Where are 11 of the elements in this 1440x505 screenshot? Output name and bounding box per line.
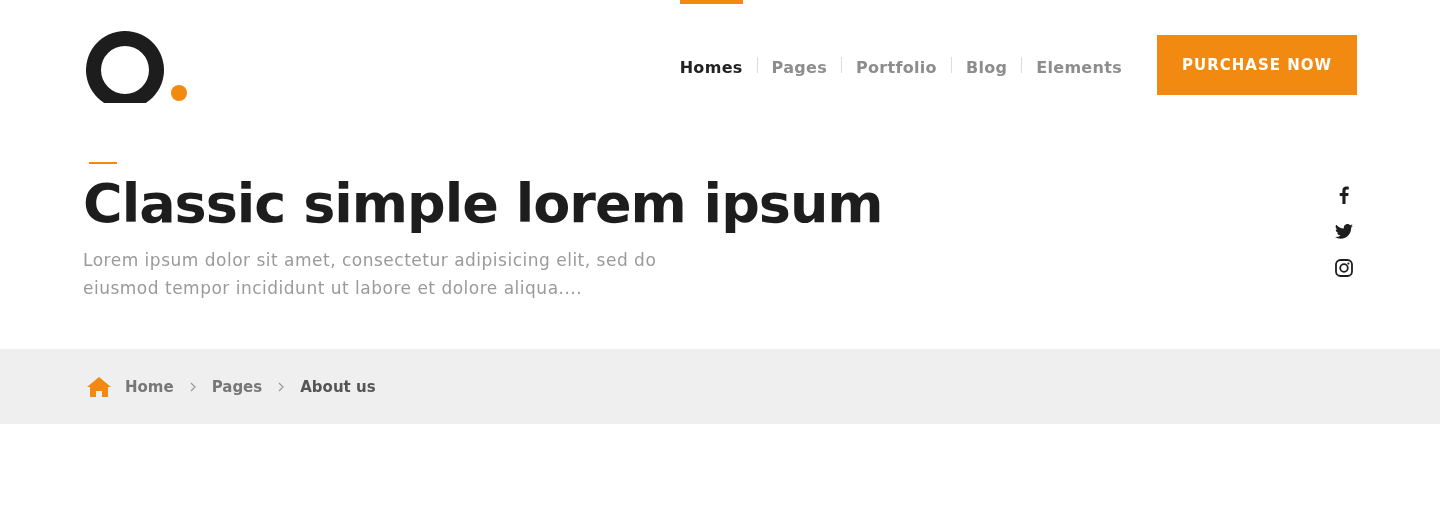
breadcrumb-link[interactable]: About us bbox=[300, 377, 376, 396]
page-title: Classic simple lorem ipsum bbox=[83, 172, 883, 236]
purchase-button[interactable]: PURCHASE NOW bbox=[1157, 35, 1357, 95]
nav-link[interactable]: Blog bbox=[965, 0, 1008, 130]
nav-link[interactable]: Elements bbox=[1036, 0, 1122, 130]
nav-link[interactable]: Pages bbox=[771, 0, 828, 130]
nav-link[interactable]: Homes bbox=[679, 0, 743, 130]
breadcrumb-link[interactable]: Pages bbox=[211, 377, 263, 396]
breadcrumb-link[interactable]: Home bbox=[125, 377, 174, 396]
nav-link[interactable]: Portfolio bbox=[856, 0, 937, 130]
intro-text: Lorem ipsum dolor sit amet, consectetur adipisicing elit, sed do eiusmod tempor incididunt ut labore et dolore aliqua.... bbox=[83, 249, 658, 300]
